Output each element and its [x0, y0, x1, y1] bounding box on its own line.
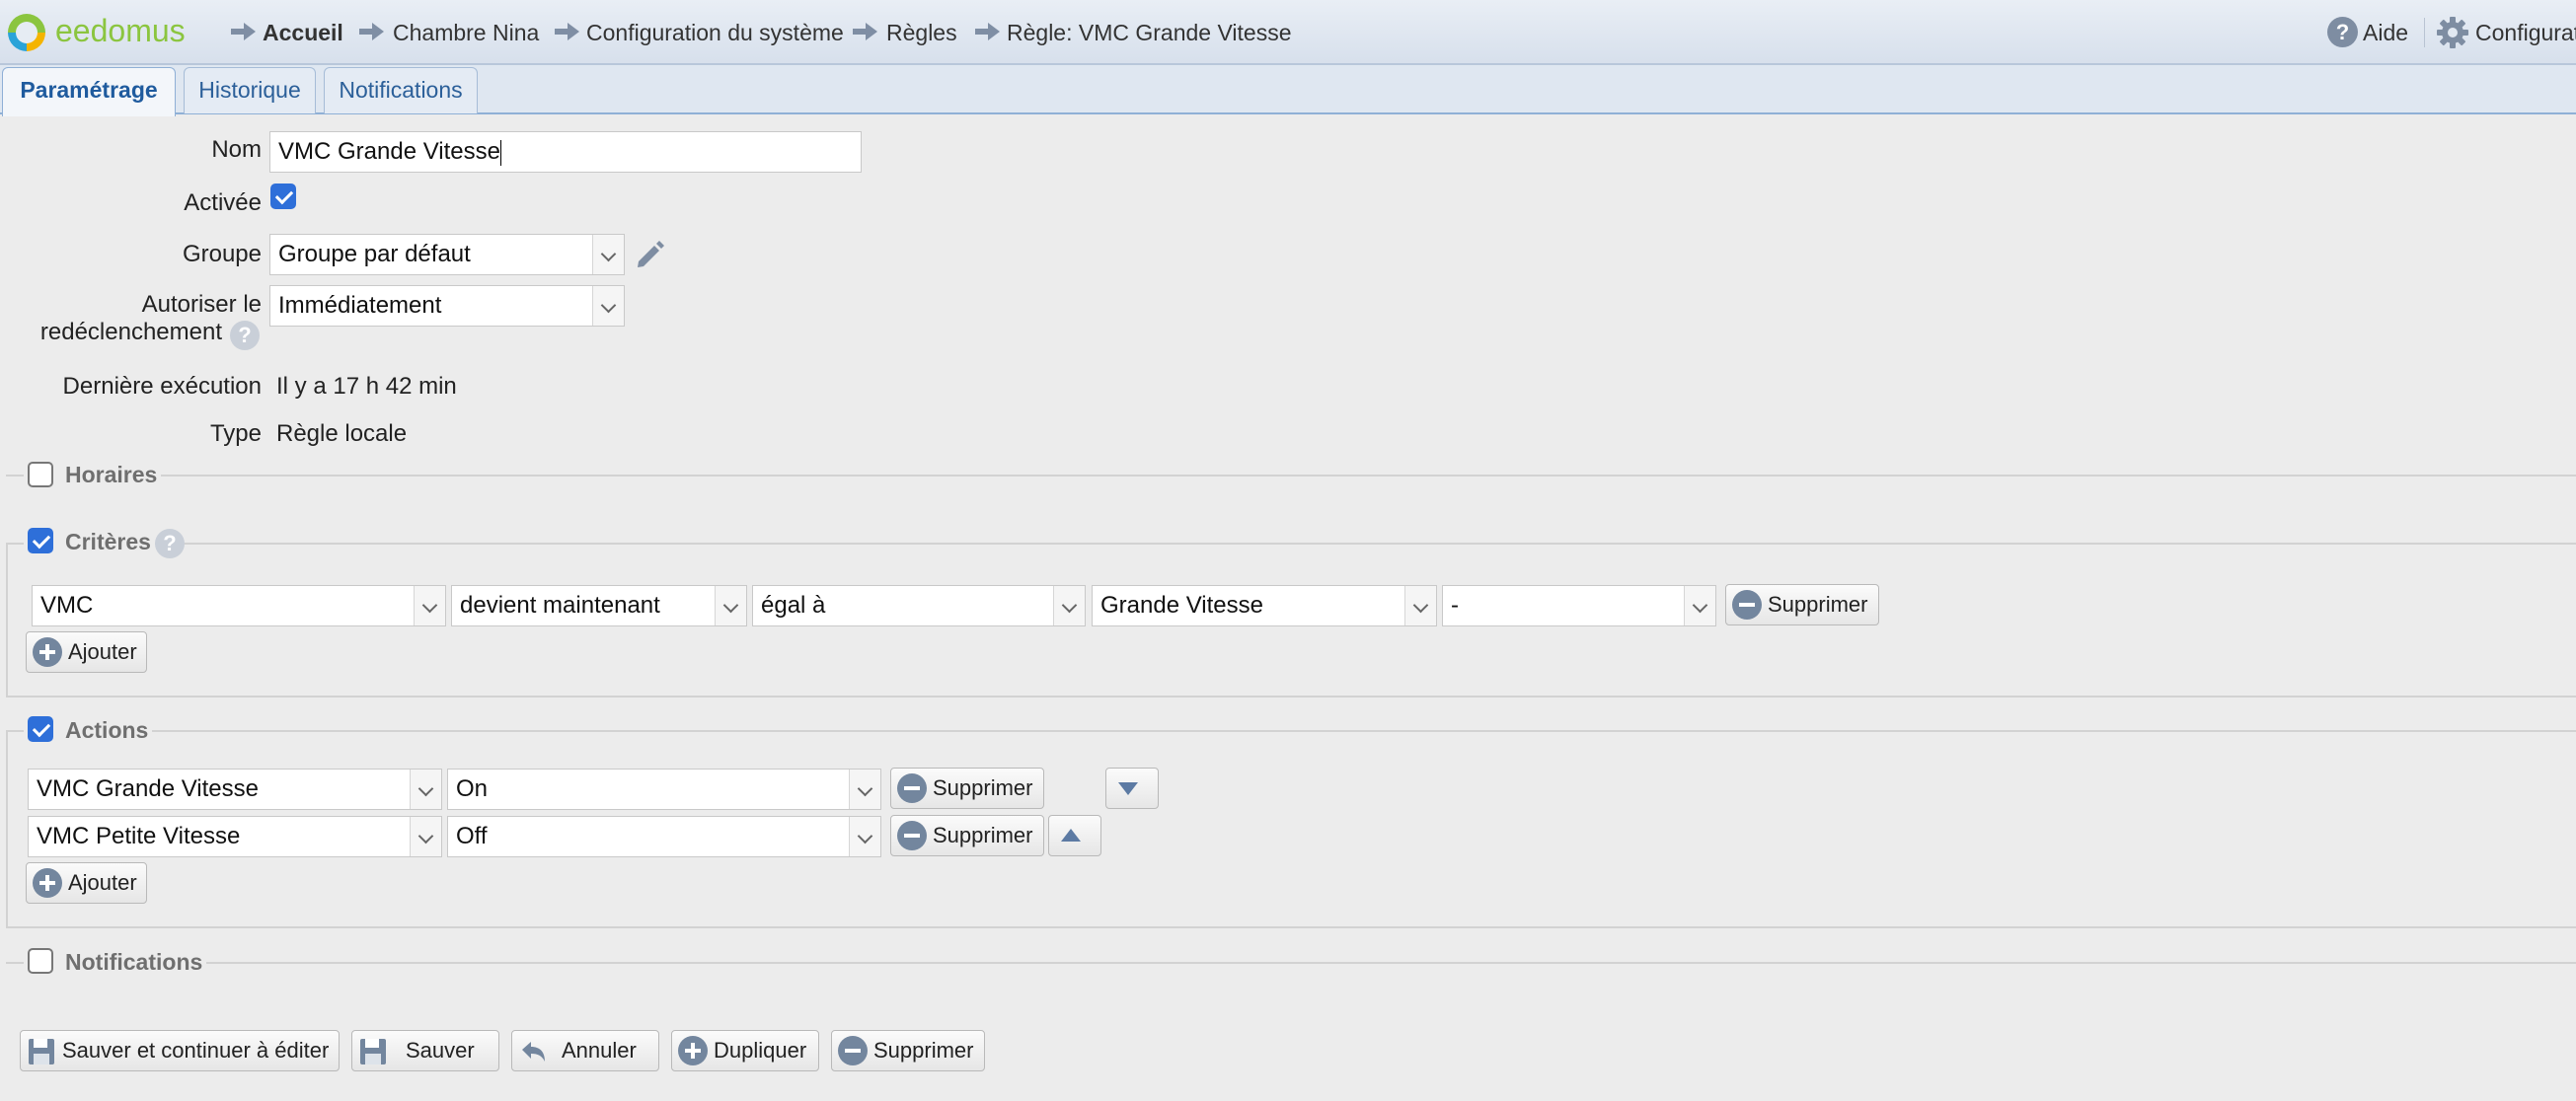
move-up-button[interactable]	[1048, 815, 1101, 856]
plus-circle-icon	[33, 868, 62, 898]
tab-historique[interactable]: Historique	[184, 67, 316, 113]
fieldset-border	[6, 543, 8, 696]
arrow-right-icon	[853, 23, 877, 40]
fieldset-border	[6, 730, 2576, 732]
chevron-down-icon	[592, 235, 624, 274]
fieldset-border	[6, 962, 2576, 964]
breadcrumb-current-rule: Règle: VMC Grande Vitesse	[1007, 20, 1292, 45]
action-device-select[interactable]: VMC Grande Vitesse	[28, 769, 442, 810]
tab-notifications[interactable]: Notifications	[324, 67, 478, 113]
duplicate-button[interactable]: Dupliquer	[671, 1030, 819, 1071]
configuration-link[interactable]: Configurati	[2475, 20, 2576, 46]
action-delete-button[interactable]: Supprimer	[890, 768, 1044, 809]
delete-rule-button[interactable]: Supprimer	[831, 1030, 985, 1071]
notifications-checkbox[interactable]	[28, 948, 53, 974]
breadcrumb-chambre-nina[interactable]: Chambre Nina	[393, 20, 539, 46]
derniere-execution-label: Dernière exécution	[62, 373, 262, 400]
criteres-checkbox[interactable]	[28, 528, 53, 553]
help-icon[interactable]: ?	[230, 321, 260, 350]
criteria-delete-button[interactable]: Supprimer	[1725, 584, 1879, 625]
groupe-select[interactable]: Groupe par défaut	[269, 234, 625, 275]
help-link[interactable]: Aide	[2363, 20, 2408, 46]
action-value-select[interactable]: On	[447, 769, 881, 810]
chevron-down-icon	[414, 586, 445, 625]
plus-circle-icon	[678, 1036, 708, 1065]
chevron-down-icon	[592, 286, 624, 326]
nom-input[interactable]: VMC Grande Vitesse	[269, 131, 862, 173]
divider	[2424, 18, 2425, 47]
plus-circle-icon	[33, 637, 62, 667]
logo-text[interactable]: eedomus	[55, 13, 186, 49]
gear-icon[interactable]	[2436, 16, 2469, 49]
minus-circle-icon	[1732, 590, 1762, 620]
autoriser-label: Autoriser le	[141, 291, 262, 318]
actions-add-button[interactable]: Ajouter	[26, 862, 147, 904]
top-bar: eedomus Accueil Chambre Nina Configurati…	[0, 0, 2576, 65]
activee-label: Activée	[184, 189, 262, 216]
fieldset-border	[6, 543, 2576, 545]
criteria-condition-select[interactable]: devient maintenant	[451, 585, 747, 626]
derniere-execution-value: Il y a 17 h 42 min	[276, 373, 457, 400]
cancel-button[interactable]: Annuler	[511, 1030, 659, 1071]
floppy-disk-icon	[360, 1039, 386, 1064]
minus-circle-icon	[897, 821, 927, 850]
move-down-button[interactable]	[1105, 768, 1159, 809]
undo-icon	[522, 1042, 545, 1062]
groupe-label: Groupe	[182, 241, 262, 267]
arrow-right-icon	[359, 23, 384, 40]
eedomus-logo-icon[interactable]	[8, 14, 45, 51]
type-label: Type	[209, 420, 262, 447]
criteria-device-select[interactable]: VMC	[32, 585, 446, 626]
breadcrumb-regles[interactable]: Règles	[886, 20, 957, 46]
pencil-edit-icon[interactable]	[633, 238, 666, 271]
chevron-down-icon	[1404, 586, 1436, 625]
help-icon[interactable]: ?	[155, 529, 185, 558]
breadcrumb-accueil[interactable]: Accueil	[263, 20, 343, 46]
tab-parametrage[interactable]: Paramétrage	[2, 67, 176, 116]
criteria-value-select[interactable]: Grande Vitesse	[1092, 585, 1437, 626]
help-icon[interactable]: ?	[2327, 17, 2358, 47]
save-continue-button[interactable]: Sauver et continuer à éditer	[20, 1030, 340, 1071]
action-device-select[interactable]: VMC Petite Vitesse	[28, 816, 442, 857]
minus-circle-icon	[838, 1036, 868, 1065]
chevron-down-icon	[849, 817, 880, 856]
fieldset-border	[6, 696, 2576, 697]
fieldset-border	[6, 730, 8, 926]
chevron-down-icon	[410, 770, 441, 809]
criteria-add-button[interactable]: Ajouter	[26, 631, 147, 673]
horaires-checkbox[interactable]	[28, 462, 53, 487]
criteria-extra-select[interactable]: -	[1442, 585, 1716, 626]
arrow-down-icon	[1118, 782, 1138, 795]
actions-checkbox[interactable]	[28, 716, 53, 742]
chevron-down-icon	[1684, 586, 1715, 625]
chevron-down-icon	[1053, 586, 1085, 625]
action-value-select[interactable]: Off	[447, 816, 881, 857]
redeclenchement-select[interactable]: Immédiatement	[269, 285, 625, 327]
fieldset-border	[6, 475, 2576, 477]
fieldset-border	[6, 926, 2576, 928]
criteria-operator-select[interactable]: égal à	[752, 585, 1086, 626]
floppy-disk-icon	[29, 1039, 54, 1064]
chevron-down-icon	[410, 817, 441, 856]
tab-bar: Paramétrage Historique Notifications	[0, 65, 2576, 116]
type-value: Règle locale	[276, 420, 408, 447]
save-button[interactable]: Sauver	[351, 1030, 499, 1071]
chevron-down-icon	[849, 770, 880, 809]
arrow-right-icon	[975, 23, 1000, 40]
activee-checkbox[interactable]	[270, 184, 296, 209]
action-delete-button[interactable]: Supprimer	[890, 815, 1044, 856]
arrow-right-icon	[555, 23, 579, 40]
minus-circle-icon	[897, 773, 927, 803]
arrow-right-icon	[231, 23, 256, 40]
arrow-up-icon	[1061, 829, 1081, 842]
redeclenchement-label: redéclenchement	[39, 319, 222, 345]
chevron-down-icon	[715, 586, 746, 625]
breadcrumb-configuration[interactable]: Configuration du système	[586, 20, 844, 46]
nom-label: Nom	[211, 136, 262, 163]
